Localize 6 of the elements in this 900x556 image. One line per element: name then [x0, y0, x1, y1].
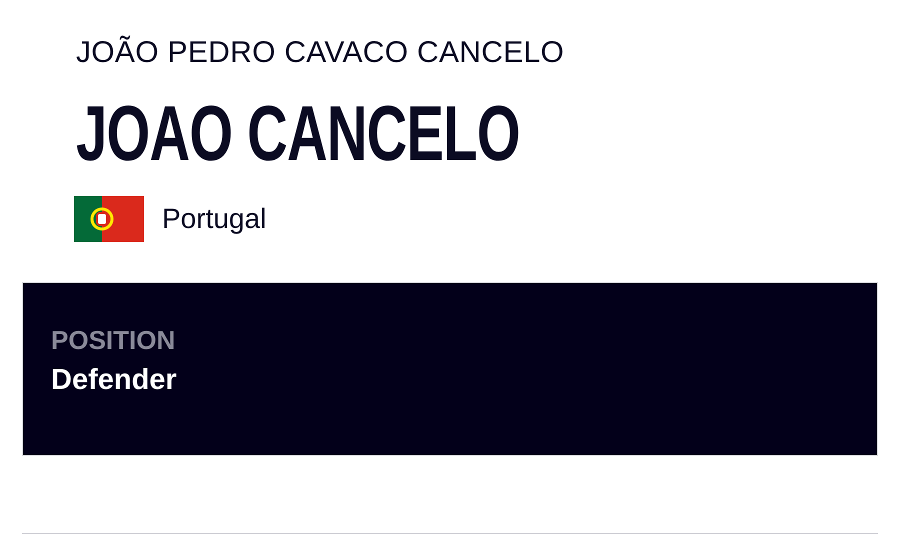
field-value: Defender — [51, 364, 177, 397]
full-name: JOÃO PEDRO CAVACO CANCELO — [76, 36, 564, 70]
player-name: JOAO CANCELO — [76, 94, 520, 172]
country-name: Portugal — [162, 203, 266, 235]
field-label: POSITION — [51, 325, 176, 356]
flag-icon — [74, 196, 144, 242]
